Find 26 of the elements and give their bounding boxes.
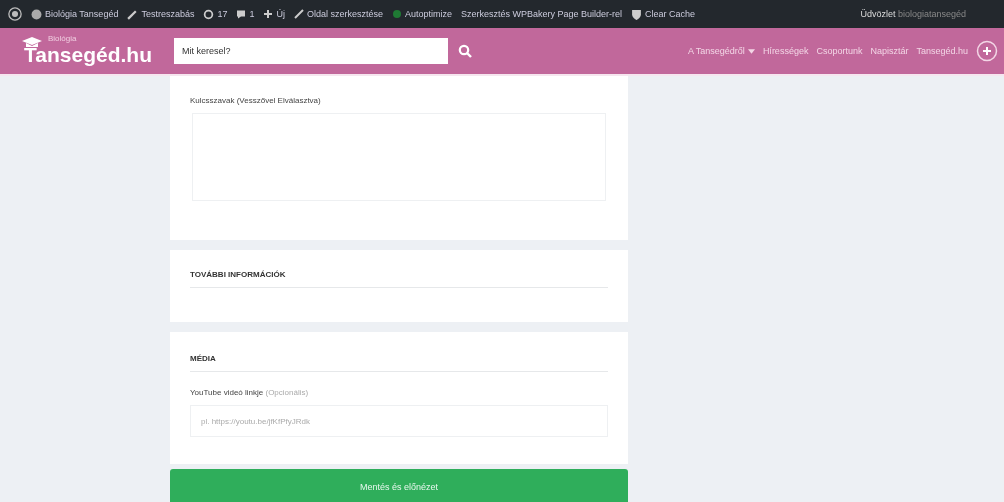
search-field[interactable]: Mit keresel? [174, 38, 448, 64]
site-logo[interactable]: Biológia Tansegéd.hu [22, 31, 168, 71]
section-title: TOVÁBBI INFORMÁCIÓK [190, 270, 608, 288]
admin-bar-item[interactable]: Testreszabás [127, 8, 195, 20]
admin-bar-item[interactable]: 1 [236, 8, 255, 20]
admin-bar-item[interactable]: Biológia Tansegéd [31, 8, 119, 20]
graduation-cap-icon [22, 37, 42, 49]
status-icon [392, 9, 402, 19]
user-greeting[interactable]: Üdvözlet biologiatansegéd [860, 9, 966, 19]
youtube-link-field[interactable]: pl. https://youtu.be/jfKfPfyJRdk [190, 405, 608, 437]
caret-icon [747, 48, 755, 54]
admin-bar-item[interactable]: Új [263, 9, 285, 19]
plus-icon [263, 9, 274, 19]
search-icon[interactable] [458, 44, 472, 58]
shield-icon [631, 8, 643, 20]
section-title: MÉDIA [190, 354, 608, 372]
admin-bar-item[interactable]: Autoptimize [392, 9, 453, 19]
admin-bar-item[interactable]: Szerkesztés WPBakery Page Builder-rel [461, 9, 623, 19]
comment-icon [236, 8, 247, 20]
field-label: Kulcsszavak (Vesszővel Elválasztva) [190, 96, 322, 105]
wordpress-logo-icon[interactable] [8, 7, 22, 21]
admin-bar-item[interactable]: Clear Cache [631, 8, 696, 20]
plus-circle-icon[interactable] [976, 40, 998, 62]
admin-bar-item[interactable]: 17 [203, 8, 228, 20]
field-label: YouTube videó linkje (Opcionális) [190, 388, 310, 397]
admin-bar-item[interactable]: Oldal szerkesztése [293, 9, 383, 19]
